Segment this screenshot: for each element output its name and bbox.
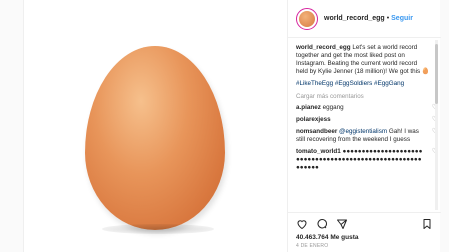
comment-icon[interactable] xyxy=(316,218,328,230)
comment-username[interactable]: nomsandbeer xyxy=(296,128,337,135)
bookmark-icon[interactable] xyxy=(421,218,433,230)
scrollbar-thumb[interactable] xyxy=(435,44,438,104)
caption-hashtags[interactable]: #LikeTheEgg #EggSoldiers #EggGang xyxy=(296,80,430,88)
action-icons xyxy=(296,217,433,231)
likes-count[interactable]: 40.463.764 Me gusta xyxy=(296,234,433,241)
follow-button[interactable]: Seguir xyxy=(391,15,413,22)
avatar-image xyxy=(299,10,315,27)
comments-list: world_record_egg Let's set a world recor… xyxy=(288,40,441,210)
egg-shadow xyxy=(102,224,214,234)
post-photo[interactable] xyxy=(24,0,287,252)
post-header: world_record_egg • Seguir xyxy=(288,0,441,38)
heart-icon[interactable] xyxy=(296,218,308,230)
comment-username[interactable]: tomato_world1 xyxy=(296,148,341,155)
share-icon[interactable] xyxy=(336,218,348,230)
comment: tomato_world1 ●●●●●●●●●●●●●●●●●●●●●●●●●●… xyxy=(296,148,438,172)
separator-dot: • xyxy=(386,15,390,22)
post-date: 4 DE ENERO xyxy=(296,243,329,249)
caption-username[interactable]: world_record_egg xyxy=(296,44,351,51)
comment: polarexjess ♡ xyxy=(296,116,438,124)
post-modal: world_record_egg • Seguir world_record_e… xyxy=(23,0,441,252)
comment-username[interactable]: a.pianez xyxy=(296,104,321,111)
egg-image xyxy=(85,46,225,230)
post-sidebar: world_record_egg • Seguir world_record_e… xyxy=(287,0,441,252)
comment: nomsandbeer @eggistentialism Gah! I was … xyxy=(296,128,438,144)
comment-text: eggang xyxy=(320,104,344,111)
avatar[interactable] xyxy=(296,7,318,30)
caption: world_record_egg Let's set a world recor… xyxy=(296,44,430,76)
post-actions: 40.463.764 Me gusta 4 DE ENERO xyxy=(288,212,441,252)
load-more-comments[interactable]: Cargar más comentarios xyxy=(296,93,433,100)
comment: a.pianez eggang ♡ xyxy=(296,104,438,112)
comment-mention[interactable]: @eggistentialism xyxy=(337,128,387,135)
comment-username[interactable]: polarexjess xyxy=(296,116,331,123)
post-username[interactable]: world_record_egg xyxy=(324,15,385,22)
